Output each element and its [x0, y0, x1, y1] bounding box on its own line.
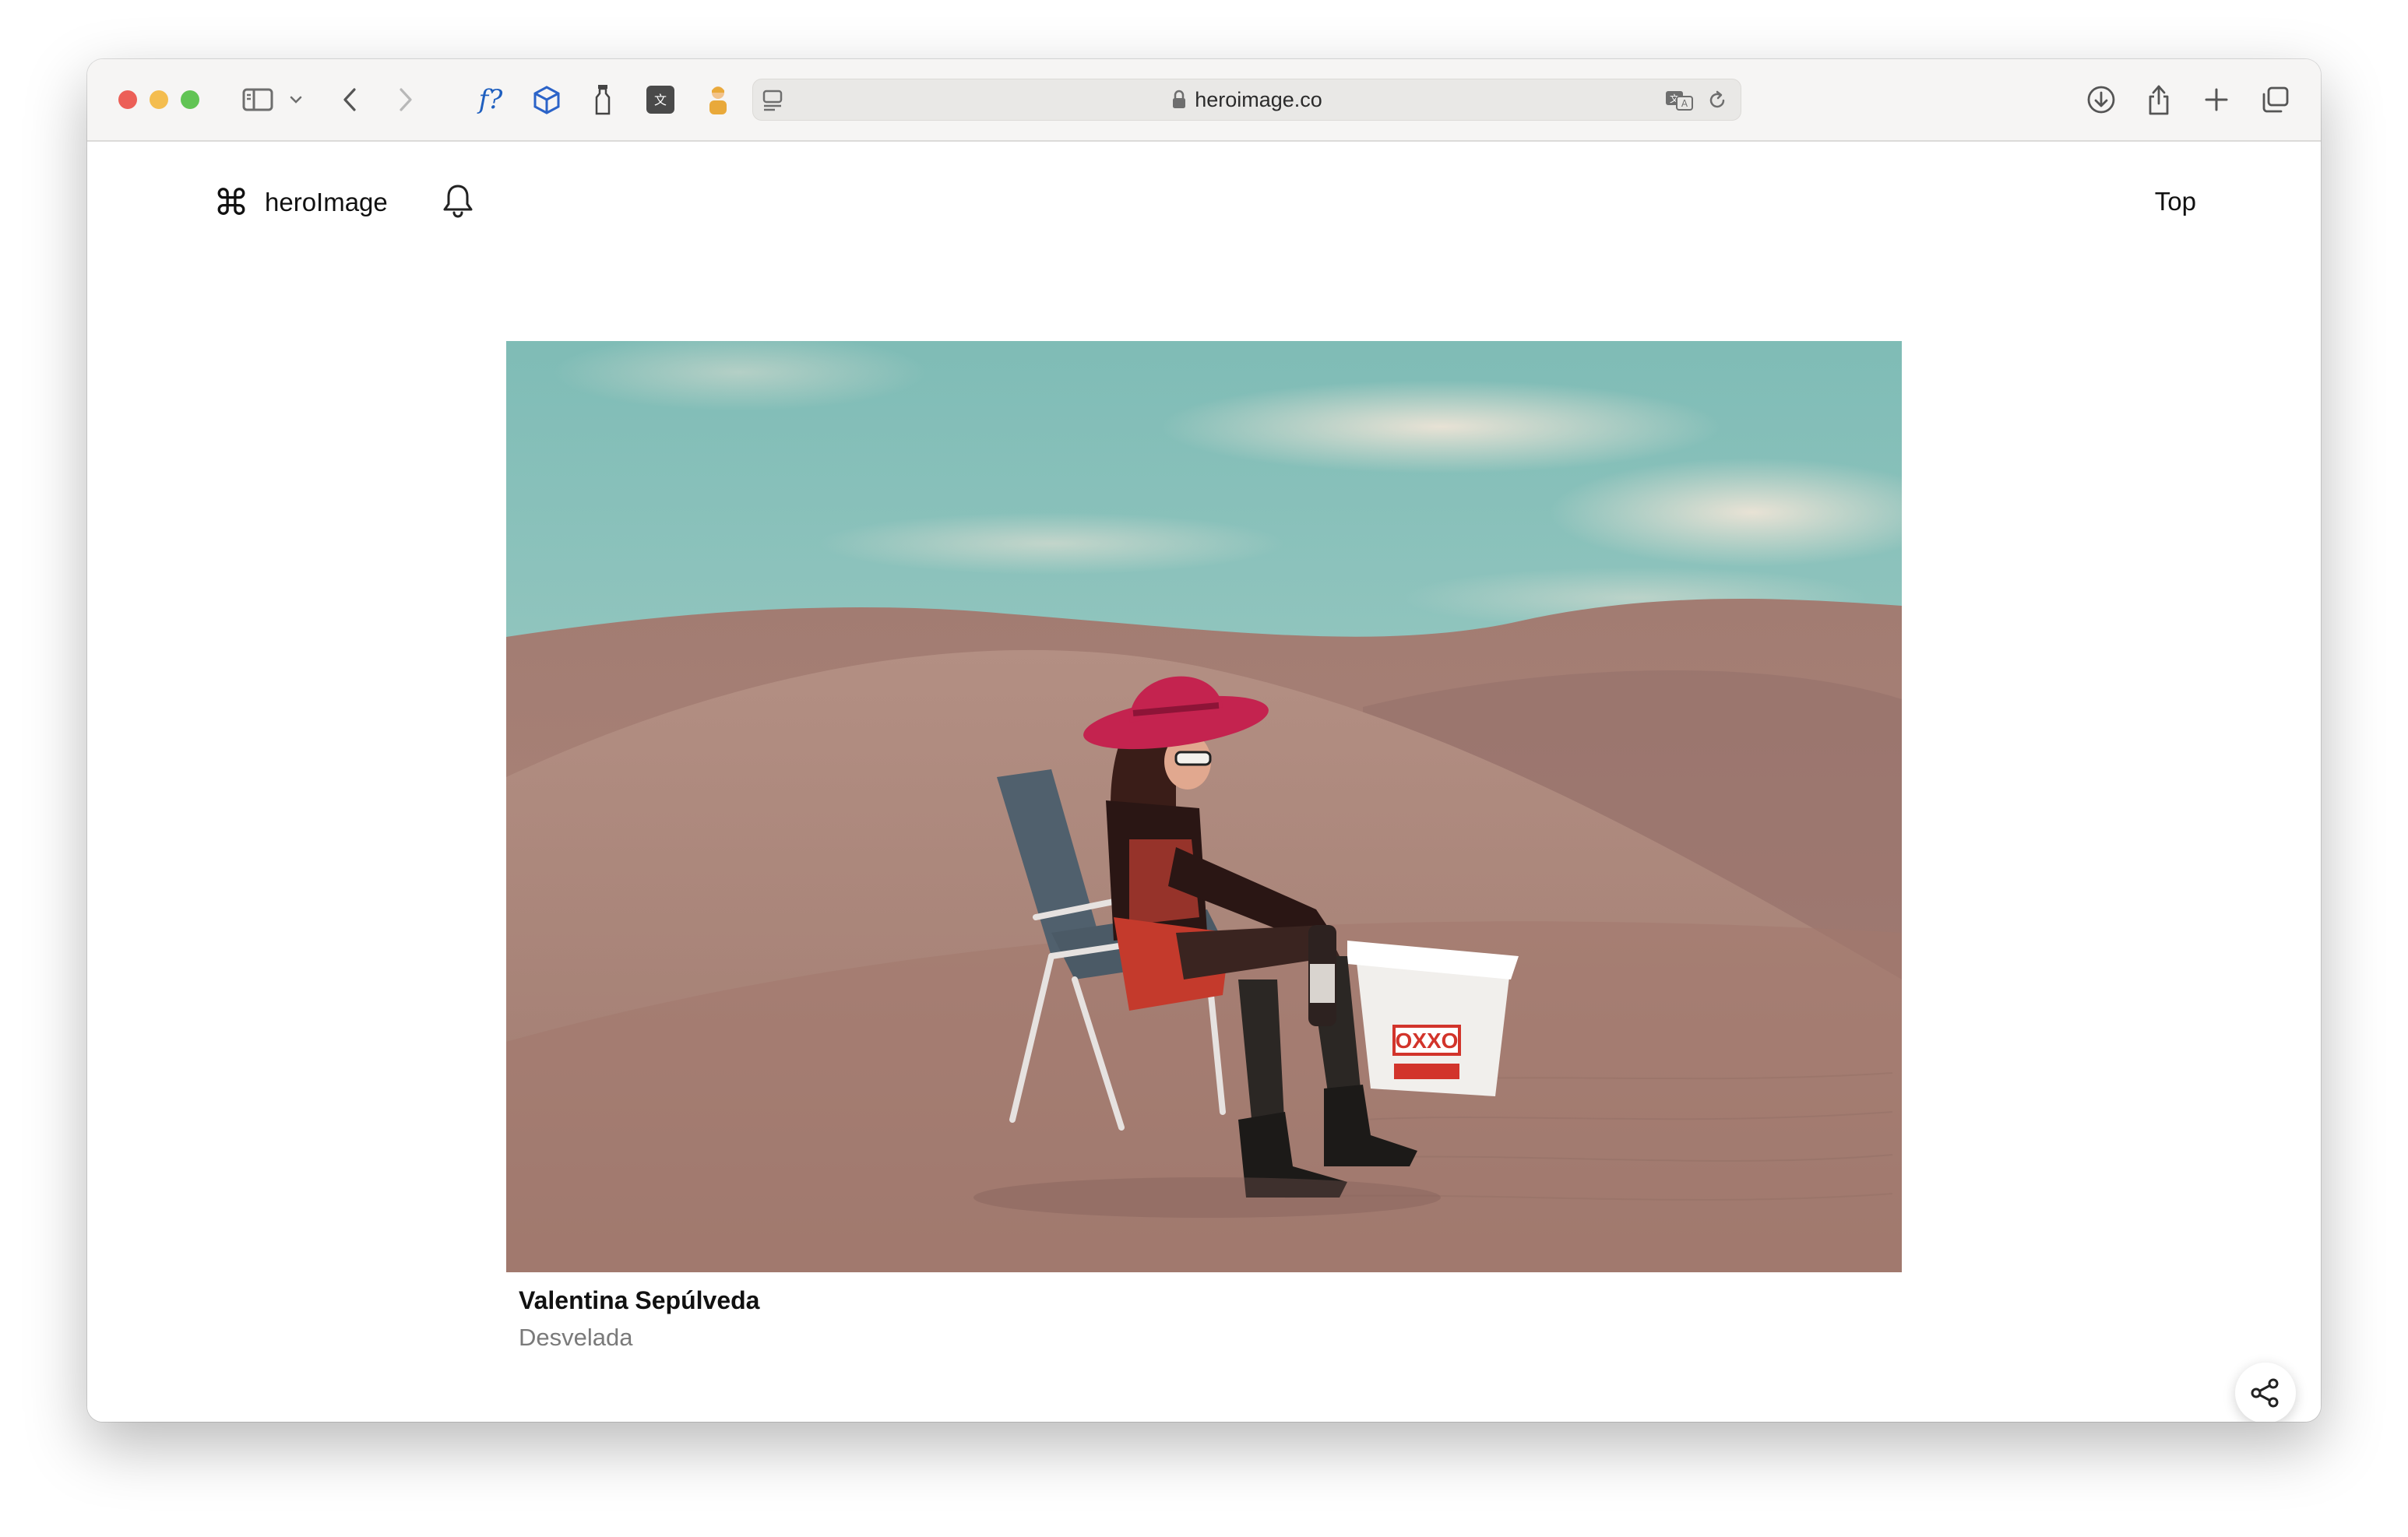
desktop-background: f? 文 heroimage.co 文 A ⌘ heroImage Top OX…: [0, 0, 2408, 1537]
share-nodes-button[interactable]: [2235, 1363, 2296, 1422]
cube-extension-icon[interactable]: [528, 79, 565, 120]
svg-text:A: A: [1681, 98, 1688, 109]
close-window-button[interactable]: [118, 90, 137, 109]
photo-title: Valentina Sepúlveda: [519, 1286, 760, 1314]
url-text: heroimage.co: [1195, 87, 1322, 111]
back-icon[interactable]: [338, 79, 361, 120]
translate-box-extension-icon[interactable]: 文: [643, 79, 678, 120]
lock-icon: [1171, 90, 1187, 110]
bottle-extension-icon[interactable]: [587, 79, 618, 120]
command-icon: ⌘: [213, 181, 249, 223]
brand-logo[interactable]: ⌘ heroImage: [213, 182, 388, 223]
new-tab-icon[interactable]: [2201, 79, 2232, 120]
svg-text:文: 文: [654, 93, 667, 107]
zoom-window-button[interactable]: [181, 90, 199, 109]
minimize-window-button[interactable]: [150, 90, 168, 109]
fx-extension-icon[interactable]: f?: [472, 79, 509, 120]
bell-icon[interactable]: [441, 182, 475, 223]
forward-icon[interactable]: [394, 79, 417, 120]
address-bar[interactable]: heroimage.co 文A: [752, 79, 1741, 121]
top-nav-link[interactable]: Top: [2155, 187, 2196, 216]
translate-icon[interactable]: 文A: [1664, 89, 1695, 116]
chevron-down-icon[interactable]: [287, 79, 305, 120]
download-icon[interactable]: [2084, 79, 2118, 120]
share-nodes-icon: [2251, 1378, 2279, 1408]
photo-subtitle: Desvelada: [519, 1324, 633, 1351]
tabs-overview-icon[interactable]: [2258, 79, 2293, 120]
share-icon[interactable]: [2143, 79, 2174, 120]
browser-window: f? 文 heroimage.co 文 A ⌘ heroImage Top OX…: [87, 59, 2321, 1422]
hero-image[interactable]: OXXO: [506, 341, 1902, 1272]
reload-icon[interactable]: [1706, 90, 1728, 115]
sidebar-icon[interactable]: [240, 79, 276, 120]
web-page: ⌘ heroImage Top OXXO Valentina Sepúlveda…: [87, 142, 2321, 1422]
person-extension-icon[interactable]: [701, 79, 735, 120]
cooler-brand-label: OXXO: [1396, 1029, 1459, 1053]
brand-name: heroImage: [265, 188, 388, 216]
browser-toolbar: f? 文 heroimage.co 文 A: [87, 59, 2321, 142]
